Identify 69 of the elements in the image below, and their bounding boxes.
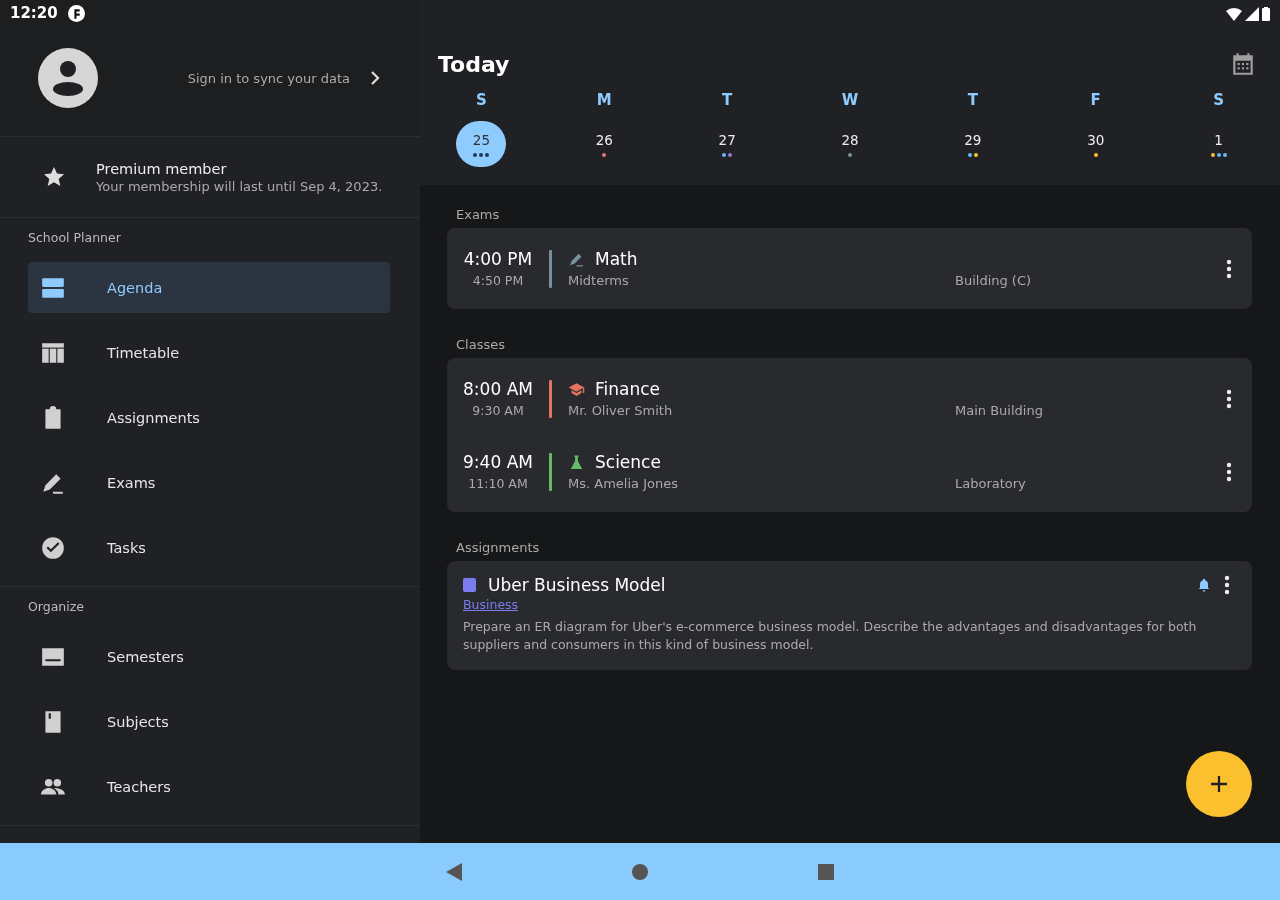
start-time: 9:40 AM	[463, 452, 533, 472]
event-title: Math	[595, 249, 638, 269]
flask-icon	[568, 453, 585, 471]
chevron-right-icon	[370, 71, 380, 85]
event-detail: Ms. Amelia Jones	[568, 476, 679, 491]
signal-icon	[1245, 7, 1259, 21]
event-title: Science	[595, 452, 661, 472]
subject-link[interactable]: Business	[463, 597, 519, 612]
drawer-item[interactable]: Semesters	[28, 631, 390, 682]
status-time: 12:20	[10, 4, 58, 22]
page-title: Today	[438, 51, 510, 77]
home-icon[interactable]	[632, 863, 648, 880]
wifi-icon	[1226, 7, 1242, 21]
weekday-label: F	[1090, 91, 1101, 109]
end-time: 9:30 AM	[472, 403, 524, 418]
more-options-icon[interactable]	[1224, 575, 1230, 595]
more-options-icon[interactable]	[1226, 461, 1232, 482]
section-header: Exams	[455, 207, 501, 222]
star-icon	[42, 165, 66, 189]
more-options-icon[interactable]	[1226, 388, 1232, 409]
assignment-title: Uber Business Model	[488, 575, 666, 595]
weekday-label: W	[841, 91, 859, 109]
section-header: Assignments	[455, 540, 541, 555]
premium-title: Premium member	[96, 160, 228, 177]
tasks-icon	[40, 534, 66, 561]
drawer-item[interactable]: Exams	[28, 457, 390, 508]
section-header: Organize	[27, 599, 85, 614]
weekday-label: M	[596, 91, 612, 109]
more-options-icon[interactable]	[1226, 258, 1232, 279]
start-time: 8:00 AM	[463, 379, 533, 399]
event-title: Finance	[595, 379, 661, 399]
weekday-label: S	[476, 91, 487, 109]
weekday-label: T	[722, 91, 733, 109]
premium-subtitle: Your membership will last until Sep 4, 2023.	[96, 178, 383, 194]
drawer-item[interactable]: Agenda	[28, 262, 390, 313]
event-detail: Midterms	[568, 273, 630, 288]
notification-icon	[67, 4, 85, 22]
date-button[interactable]: 30	[1070, 121, 1121, 167]
avatar-icon	[38, 48, 98, 108]
assignment-description: Prepare an ER diagram for Uber's e-commerce business model. Describe the advantages and disadvantages for both suppliers and consumers in this kind of business model.	[463, 618, 1198, 655]
drawer-item[interactable]: Subjects	[28, 696, 390, 747]
end-time: 11:10 AM	[468, 476, 528, 491]
drawer-item[interactable]: Assignments	[28, 392, 390, 443]
recents-icon[interactable]	[818, 863, 834, 880]
sign-in-link[interactable]: Sign in to sync your data	[187, 70, 350, 86]
weekday-label: S	[1213, 91, 1224, 109]
event-location: Building (C)	[955, 273, 1032, 288]
event-location: Main Building	[955, 403, 1043, 418]
section-header: Classes	[455, 337, 506, 352]
end-time: 4:50 PM	[472, 273, 524, 288]
graduation-cap-icon	[568, 380, 585, 398]
section-header: School Planner	[27, 230, 122, 245]
date-button[interactable]: 29	[947, 121, 998, 167]
event-detail: Mr. Oliver Smith	[568, 403, 674, 418]
back-icon[interactable]	[446, 862, 462, 881]
drawer-item[interactable]: Timetable	[28, 327, 390, 378]
plus-icon	[1211, 776, 1227, 792]
drawer-item[interactable]: Tasks	[28, 522, 390, 573]
date-button[interactable]: 27	[702, 121, 753, 167]
drawer-item[interactable]: Teachers	[28, 761, 390, 812]
start-time: 4:00 PM	[463, 249, 533, 269]
calendar-icon[interactable]	[1230, 51, 1256, 77]
date-button[interactable]: 28	[825, 121, 875, 167]
date-button[interactable]: 25	[456, 121, 507, 167]
date-button[interactable]: 1	[1193, 121, 1244, 167]
battery-icon	[1262, 7, 1270, 21]
date-button[interactable]: 26	[579, 121, 630, 167]
weekday-label: T	[967, 91, 978, 109]
event-location: Laboratory	[955, 476, 1026, 491]
